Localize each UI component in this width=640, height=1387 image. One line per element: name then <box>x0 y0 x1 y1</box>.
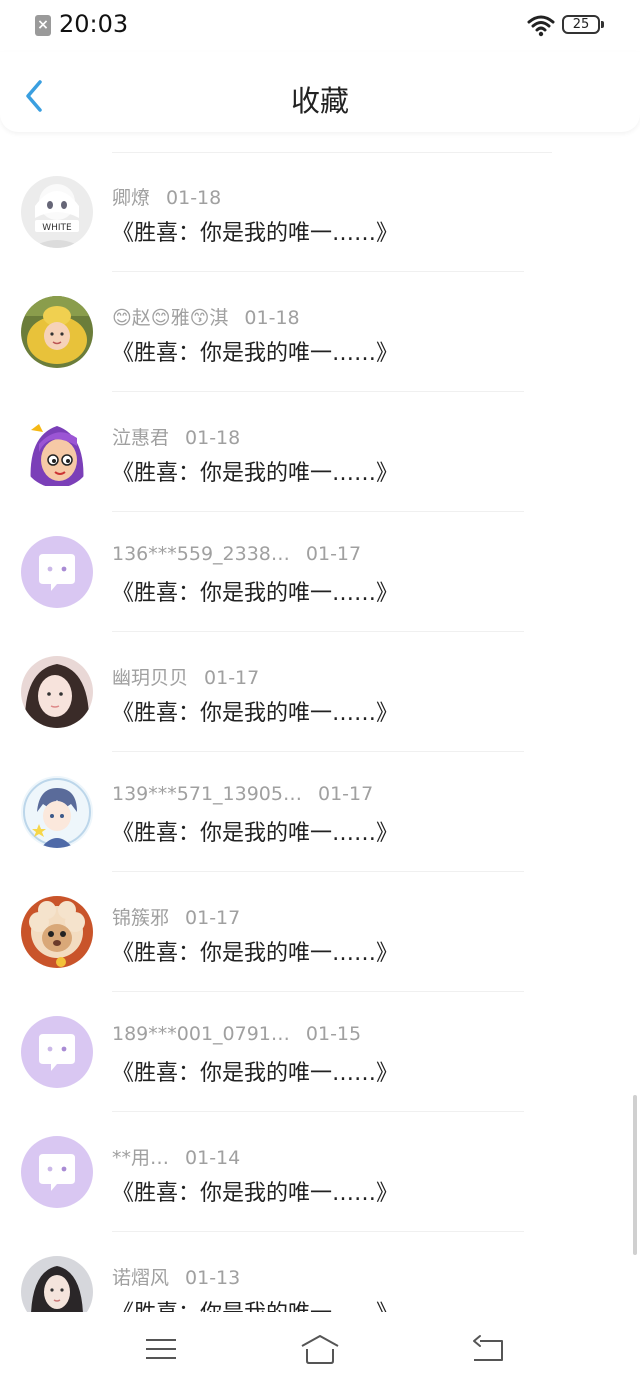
item-meta: 幽玥贝贝 01-17 <box>112 663 259 690</box>
item-content: 《胜喜：你是我的唯一……》 <box>112 581 399 606</box>
page-title: 收藏 <box>290 84 349 118</box>
avatar <box>21 296 93 368</box>
list-item[interactable]: **用… 01-14 《胜喜：你是我的唯一……》 <box>0 1112 640 1232</box>
list-item[interactable]: 锦簇邪 01-17 《胜喜：你是我的唯一……》 <box>0 872 640 992</box>
default-chat-avatar-icon <box>21 1136 93 1208</box>
avatar <box>21 1136 93 1208</box>
avatar <box>21 536 93 608</box>
default-chat-avatar-icon <box>21 536 93 608</box>
scrollbar[interactable] <box>633 1095 637 1255</box>
status-bar: × 20:03 25 <box>0 0 640 52</box>
list-item[interactable]: 189***001_0791… 01-15 《胜喜：你是我的唯一……》 <box>0 992 640 1112</box>
wifi-icon <box>527 15 555 37</box>
list-item[interactable]: 139***571_13905… 01-17 《胜喜：你是我的唯一……》 <box>0 752 640 872</box>
user-name: **用… <box>112 1147 170 1169</box>
item-date: 01-17 <box>185 907 241 929</box>
menu-button[interactable] <box>141 1332 181 1368</box>
system-nav-bar <box>0 1312 640 1387</box>
item-content: 《胜喜：你是我的唯一……》 <box>112 1061 399 1086</box>
item-meta: 139***571_13905… 01-17 <box>112 783 373 805</box>
home-icon <box>301 1335 339 1364</box>
user-name: 139***571_13905… <box>112 783 302 805</box>
battery-tip <box>601 21 604 28</box>
home-button[interactable] <box>300 1332 340 1368</box>
avatar <box>21 656 93 728</box>
user-name: 😊赵😊雅😙淇 <box>112 307 229 329</box>
item-meta: **用… 01-14 <box>112 1143 240 1170</box>
item-date: 01-18 <box>185 427 241 449</box>
battery-indicator: 25 <box>562 15 600 34</box>
item-meta: 锦簇邪 01-17 <box>112 903 240 930</box>
item-date: 01-18 <box>244 307 300 329</box>
item-meta: 泣惠君 01-18 <box>112 423 240 450</box>
item-content: 《胜喜：你是我的唯一……》 <box>112 1181 399 1206</box>
avatar <box>21 1256 93 1312</box>
menu-icon <box>146 1339 176 1359</box>
user-name: 卿燎 <box>112 187 151 209</box>
status-time: 20:03 <box>59 10 129 38</box>
avatar <box>21 1016 93 1088</box>
item-content: 《胜喜：你是我的唯一……》 <box>112 341 399 366</box>
item-date: 01-14 <box>185 1147 241 1169</box>
list-item[interactable]: 幽玥贝贝 01-17 《胜喜：你是我的唯一……》 <box>0 632 640 752</box>
item-date: 01-17 <box>204 667 260 689</box>
item-date: 01-18 <box>166 187 222 209</box>
item-meta: 卿燎 01-18 <box>112 183 221 210</box>
user-name: 诺熠风 <box>112 1267 170 1289</box>
avatar: WHITE <box>21 176 93 248</box>
list-item[interactable]: WHITE 卿燎 01-18 《胜喜：你是我的唯一……》 <box>0 152 640 272</box>
item-content: 《胜喜：你是我的唯一……》 <box>112 1295 398 1312</box>
item-content: 《胜喜：你是我的唯一……》 <box>112 461 399 486</box>
favorites-list: WHITE 卿燎 01-18 《胜喜：你是我的唯一……》 😊赵😊雅😙淇 01-18 … <box>0 152 640 1312</box>
list-item[interactable]: 😊赵😊雅😙淇 01-18 《胜喜：你是我的唯一……》 <box>0 272 640 392</box>
avatar <box>21 416 93 488</box>
item-content: 《胜喜：你是我的唯一……》 <box>112 221 399 246</box>
user-name: 136***559_2338… <box>112 543 290 565</box>
item-content: 《胜喜：你是我的唯一……》 <box>112 821 399 846</box>
list-item[interactable]: 泣惠君 01-18 《胜喜：你是我的唯一……》 <box>0 392 640 512</box>
back-icon <box>473 1335 503 1361</box>
item-date: 01-17 <box>305 543 362 565</box>
item-meta: 😊赵😊雅😙淇 01-18 <box>112 303 300 330</box>
header: 收藏 <box>0 52 640 132</box>
item-date: 01-13 <box>185 1267 241 1289</box>
list-item[interactable]: 诺熠风 01-13 《胜喜：你是我的唯一……》 <box>0 1232 640 1312</box>
item-content: 《胜喜：你是我的唯一……》 <box>112 701 399 726</box>
item-meta: 诺熠风 01-13 <box>112 1263 240 1290</box>
user-name: 189***001_0791… <box>112 1023 290 1045</box>
svg-text:WHITE: WHITE <box>42 223 72 233</box>
item-meta: 136***559_2338… 01-17 <box>112 543 361 565</box>
user-name: 泣惠君 <box>112 427 170 449</box>
item-content: 《胜喜：你是我的唯一……》 <box>112 941 399 966</box>
avatar <box>21 896 93 968</box>
user-name: 锦簇邪 <box>112 907 170 929</box>
sim-error-icon: × <box>35 15 51 36</box>
list-item[interactable]: 136***559_2338… 01-17 《胜喜：你是我的唯一……》 <box>0 512 640 632</box>
avatar <box>21 776 93 848</box>
user-name: 幽玥贝贝 <box>112 667 189 689</box>
item-meta: 189***001_0791… 01-15 <box>112 1023 361 1045</box>
item-date: 01-17 <box>317 783 374 805</box>
default-chat-avatar-icon <box>21 1016 93 1088</box>
item-date: 01-15 <box>305 1023 362 1045</box>
back-nav-button[interactable] <box>468 1332 508 1368</box>
